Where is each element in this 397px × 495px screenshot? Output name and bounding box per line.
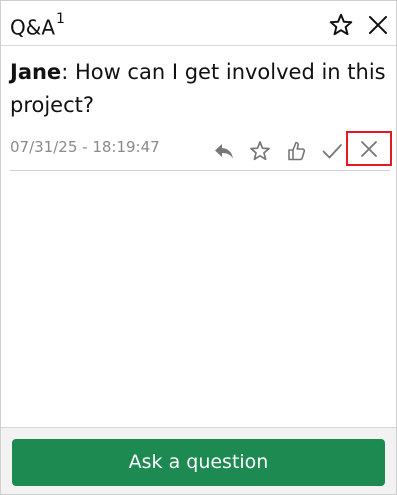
- star-icon[interactable]: [328, 12, 354, 38]
- panel-title-text: Q&A: [10, 15, 56, 40]
- dismiss-icon: [361, 141, 377, 157]
- ask-question-button[interactable]: Ask a question: [12, 439, 385, 486]
- star-icon[interactable]: [248, 139, 272, 163]
- qa-header: Q&A1: [1, 1, 396, 46]
- question-author: Jane: [10, 60, 62, 84]
- question-divider: [10, 170, 390, 171]
- panel-title: Q&A1: [10, 11, 65, 40]
- question-body: : How can I get involved in this project…: [10, 60, 386, 117]
- qa-footer: Ask a question: [1, 427, 396, 494]
- check-icon[interactable]: [320, 139, 344, 163]
- reply-icon[interactable]: [212, 139, 236, 163]
- thumbs-up-icon[interactable]: [284, 139, 308, 163]
- close-icon[interactable]: [367, 14, 389, 36]
- question-text: Jane: How can I get involved in this pro…: [10, 56, 390, 122]
- qa-panel: Q&A1 Jane: How can I get involved in thi…: [0, 0, 397, 495]
- dismiss-button[interactable]: [346, 131, 392, 166]
- question-timestamp: 07/31/25 - 18:19:47: [10, 138, 160, 156]
- question-count: 1: [56, 11, 65, 27]
